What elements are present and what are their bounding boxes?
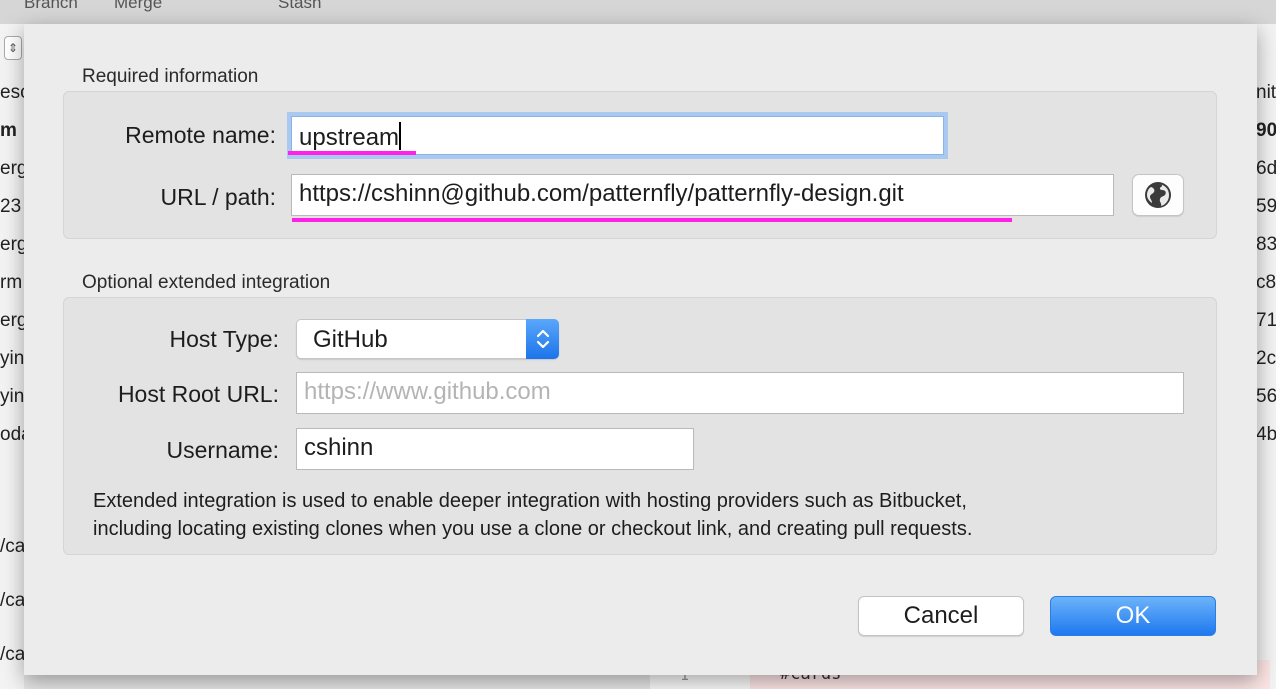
remote-name-value: upstream <box>299 124 400 151</box>
username-input[interactable]: cshinn <box>296 428 694 470</box>
background-right-text: 2c <box>1256 348 1276 369</box>
annotation-underline <box>292 218 1012 222</box>
background-left-text: erg <box>0 234 24 255</box>
background-right-text: nit <box>1256 82 1276 103</box>
background-stepper: ⇕ <box>4 36 22 60</box>
url-path-input[interactable]: https://cshinn@github.com/patternfly/pat… <box>291 174 1114 216</box>
background-toolbar-branch: Branch <box>24 0 78 12</box>
url-path-value: https://cshinn@github.com/patternfly/pat… <box>299 180 904 207</box>
background-left-text: esc <box>0 82 24 103</box>
username-label: Username: <box>166 437 279 463</box>
url-path-label: URL / path: <box>160 184 276 210</box>
background-right-pane: nit 90 6d 59a 83 c8 71 2c 56 4b <box>1256 24 1276 689</box>
text-cursor <box>399 122 402 150</box>
optional-section-title: Optional extended integration <box>82 272 331 293</box>
cancel-button[interactable]: Cancel <box>858 596 1024 636</box>
ok-button[interactable]: OK <box>1050 596 1216 636</box>
integration-help-text: Extended integration is used to enable d… <box>93 487 972 543</box>
host-type-value: GitHub <box>313 326 388 353</box>
username-value: cshinn <box>304 434 374 461</box>
host-root-url-input[interactable]: https://www.github.com <box>296 372 1184 414</box>
background-right-text: 4b <box>1256 424 1276 445</box>
background-left-text: /ca <box>0 590 24 611</box>
globe-icon <box>1145 182 1171 208</box>
host-root-url-placeholder: https://www.github.com <box>304 378 551 405</box>
background-left-pane: ⇕ esc m erg 23 erg rm erg yin yin oda /c… <box>0 24 24 689</box>
background-toolbar-merge: Merge <box>114 0 163 12</box>
annotation-underline <box>288 151 416 155</box>
required-section-title: Required information <box>82 66 259 87</box>
background-toolbar: Branch Merge Stash <box>0 0 1276 24</box>
background-left-text: oda <box>0 424 24 445</box>
chevron-up-down-icon <box>526 319 559 359</box>
background-left-text: m <box>0 120 17 141</box>
background-left-text: /ca <box>0 644 24 665</box>
background-right-text: 90 <box>1256 120 1276 141</box>
host-type-popup[interactable]: GitHub <box>296 319 559 359</box>
background-toolbar-stash: Stash <box>278 0 322 12</box>
integration-help-line: Extended integration is used to enable d… <box>93 490 967 512</box>
remote-name-label: Remote name: <box>125 122 276 148</box>
host-root-url-label: Host Root URL: <box>117 381 279 407</box>
background-left-text: yin <box>0 386 24 407</box>
background-right-text: 6d <box>1256 158 1276 179</box>
background-right-text: 83 <box>1256 234 1276 255</box>
background-right-text: c8 <box>1256 272 1276 293</box>
remote-name-input[interactable]: upstream <box>291 116 944 155</box>
required-section-box <box>63 91 1217 239</box>
host-type-label: Host Type: <box>169 326 279 352</box>
background-left-text: /ca <box>0 536 24 557</box>
background-left-text: 23 <box>0 196 22 217</box>
background-right-text: 59a <box>1256 196 1276 217</box>
background-left-text: yin <box>0 348 24 369</box>
background-left-text: erg <box>0 158 24 179</box>
background-right-text: 71 <box>1256 310 1276 331</box>
background-left-text: rm <box>0 272 23 293</box>
add-remote-dialog: Required information Remote name: upstre… <box>24 24 1257 675</box>
background-left-text: erg <box>0 310 24 331</box>
integration-help-line: including locating existing clones when … <box>93 518 973 540</box>
browse-remote-button[interactable] <box>1132 174 1184 216</box>
background-right-text: 56 <box>1256 386 1276 407</box>
